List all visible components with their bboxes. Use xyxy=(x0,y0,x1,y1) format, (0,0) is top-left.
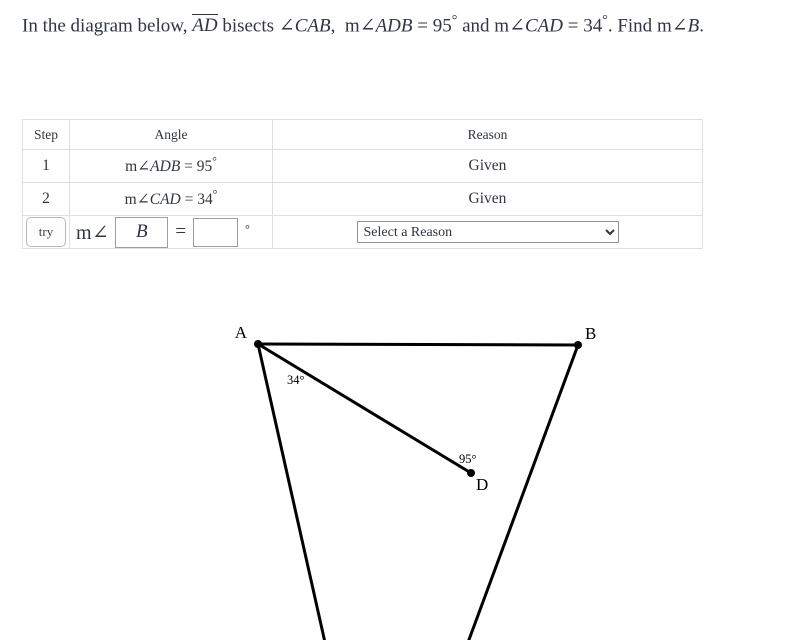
answer-angle-cell: m∠ = ° xyxy=(69,215,273,249)
problem-lead-in: In the diagram below, xyxy=(22,15,188,37)
table-row: 1 m∠ADB = 95° Given xyxy=(22,149,703,183)
problem-given2-equals: = xyxy=(567,15,579,37)
column-header-reason: Reason xyxy=(272,119,703,150)
column-header-angle: Angle xyxy=(69,119,273,150)
segment-ad-overline: AD xyxy=(192,14,218,37)
vertex-label-a: A xyxy=(235,323,248,342)
angle-symbol: ∠ xyxy=(136,190,150,208)
diagram-segments xyxy=(256,342,580,640)
angle-m-prefix: m xyxy=(124,190,137,208)
table-header-row: Step Angle Reason xyxy=(22,119,703,150)
problem-given1-value: 95 xyxy=(432,15,452,37)
angle-equals: = xyxy=(184,157,193,175)
angle-symbol-1: ∠ xyxy=(278,15,295,37)
degree-symbol-icon: ° xyxy=(245,222,250,236)
segment-ad xyxy=(257,342,472,475)
table-row: 2 m∠CAD = 34° Given xyxy=(22,182,703,216)
angle-name: CAD xyxy=(149,190,181,208)
angle-symbol-4: ∠ xyxy=(671,15,688,37)
angle-m-prefix: m xyxy=(125,157,138,175)
angle-equals: = xyxy=(184,190,194,208)
problem-given2-m: m xyxy=(494,15,510,37)
step-angle-statement: m∠ADB = 95° xyxy=(69,149,273,183)
segment-ac xyxy=(256,343,326,640)
degree-symbol: ° xyxy=(212,189,218,202)
try-button-cell: try xyxy=(22,215,70,249)
vertex-point-d xyxy=(467,469,475,477)
step-number: 1 xyxy=(22,149,70,183)
problem-bisects-word: bisects xyxy=(222,15,275,37)
try-button[interactable]: try xyxy=(26,217,66,247)
problem-find-m: m xyxy=(656,15,672,37)
answer-reason-cell: Select a Reason xyxy=(272,215,703,249)
vertex-label-d: D xyxy=(476,475,488,494)
equals-sign: = xyxy=(175,221,187,242)
geometry-diagram: A B C D 34° 95° xyxy=(235,323,596,640)
problem-find-angle: B xyxy=(687,15,700,37)
angle-name-input[interactable] xyxy=(115,216,169,248)
angle-value: 95 xyxy=(196,157,213,175)
angle-label-adb: 95° xyxy=(459,452,477,466)
step-reason: Given xyxy=(272,149,703,183)
step-angle-statement: m∠CAD = 34° xyxy=(69,182,273,216)
problem-and-word: and xyxy=(462,15,490,37)
angle-symbol: ∠ xyxy=(137,157,151,175)
angle-value-input[interactable] xyxy=(193,217,239,247)
reason-select[interactable]: Select a Reason xyxy=(356,221,619,243)
angle-symbol-3: ∠ xyxy=(509,15,525,37)
problem-given1-equals: = xyxy=(417,15,428,37)
angle-label-cad: 34° xyxy=(287,373,305,387)
column-header-step: Step xyxy=(22,119,70,150)
answer-angle-entry: m∠ = ° xyxy=(70,216,272,248)
problem-find-word: Find xyxy=(617,15,653,37)
answer-input-row: try m∠ = ° Select a Reason xyxy=(22,215,703,249)
vertex-label-b: B xyxy=(585,324,596,343)
step-number: 2 xyxy=(22,182,70,216)
problem-given1-m: m xyxy=(344,15,360,37)
vertex-point-a xyxy=(254,340,262,348)
proof-table: Step Angle Reason 1 m∠ADB = 95° Given 2 … xyxy=(22,119,703,249)
angle-name: ADB xyxy=(150,157,181,175)
problem-given2-angle: CAD xyxy=(524,15,563,37)
step-reason: Given xyxy=(272,182,703,216)
problem-comma-1: , xyxy=(330,15,336,37)
segment-ab xyxy=(257,342,579,347)
problem-given2-value: 34 xyxy=(583,15,603,37)
degree-symbol-1: ° xyxy=(451,12,458,28)
problem-period-1: . xyxy=(607,15,613,37)
angle-symbol-2: ∠ xyxy=(359,15,376,37)
problem-statement: In the diagram below, AD bisects ∠CAB, m… xyxy=(22,10,722,41)
problem-given1-angle: ADB xyxy=(375,15,413,37)
m-angle-label: m∠ xyxy=(76,221,110,244)
degree-symbol: ° xyxy=(212,156,217,169)
angle-value: 34 xyxy=(197,190,213,208)
vertex-point-b xyxy=(574,341,582,349)
problem-period-2: . xyxy=(699,15,704,37)
problem-bisected-angle: CAB xyxy=(294,15,331,37)
